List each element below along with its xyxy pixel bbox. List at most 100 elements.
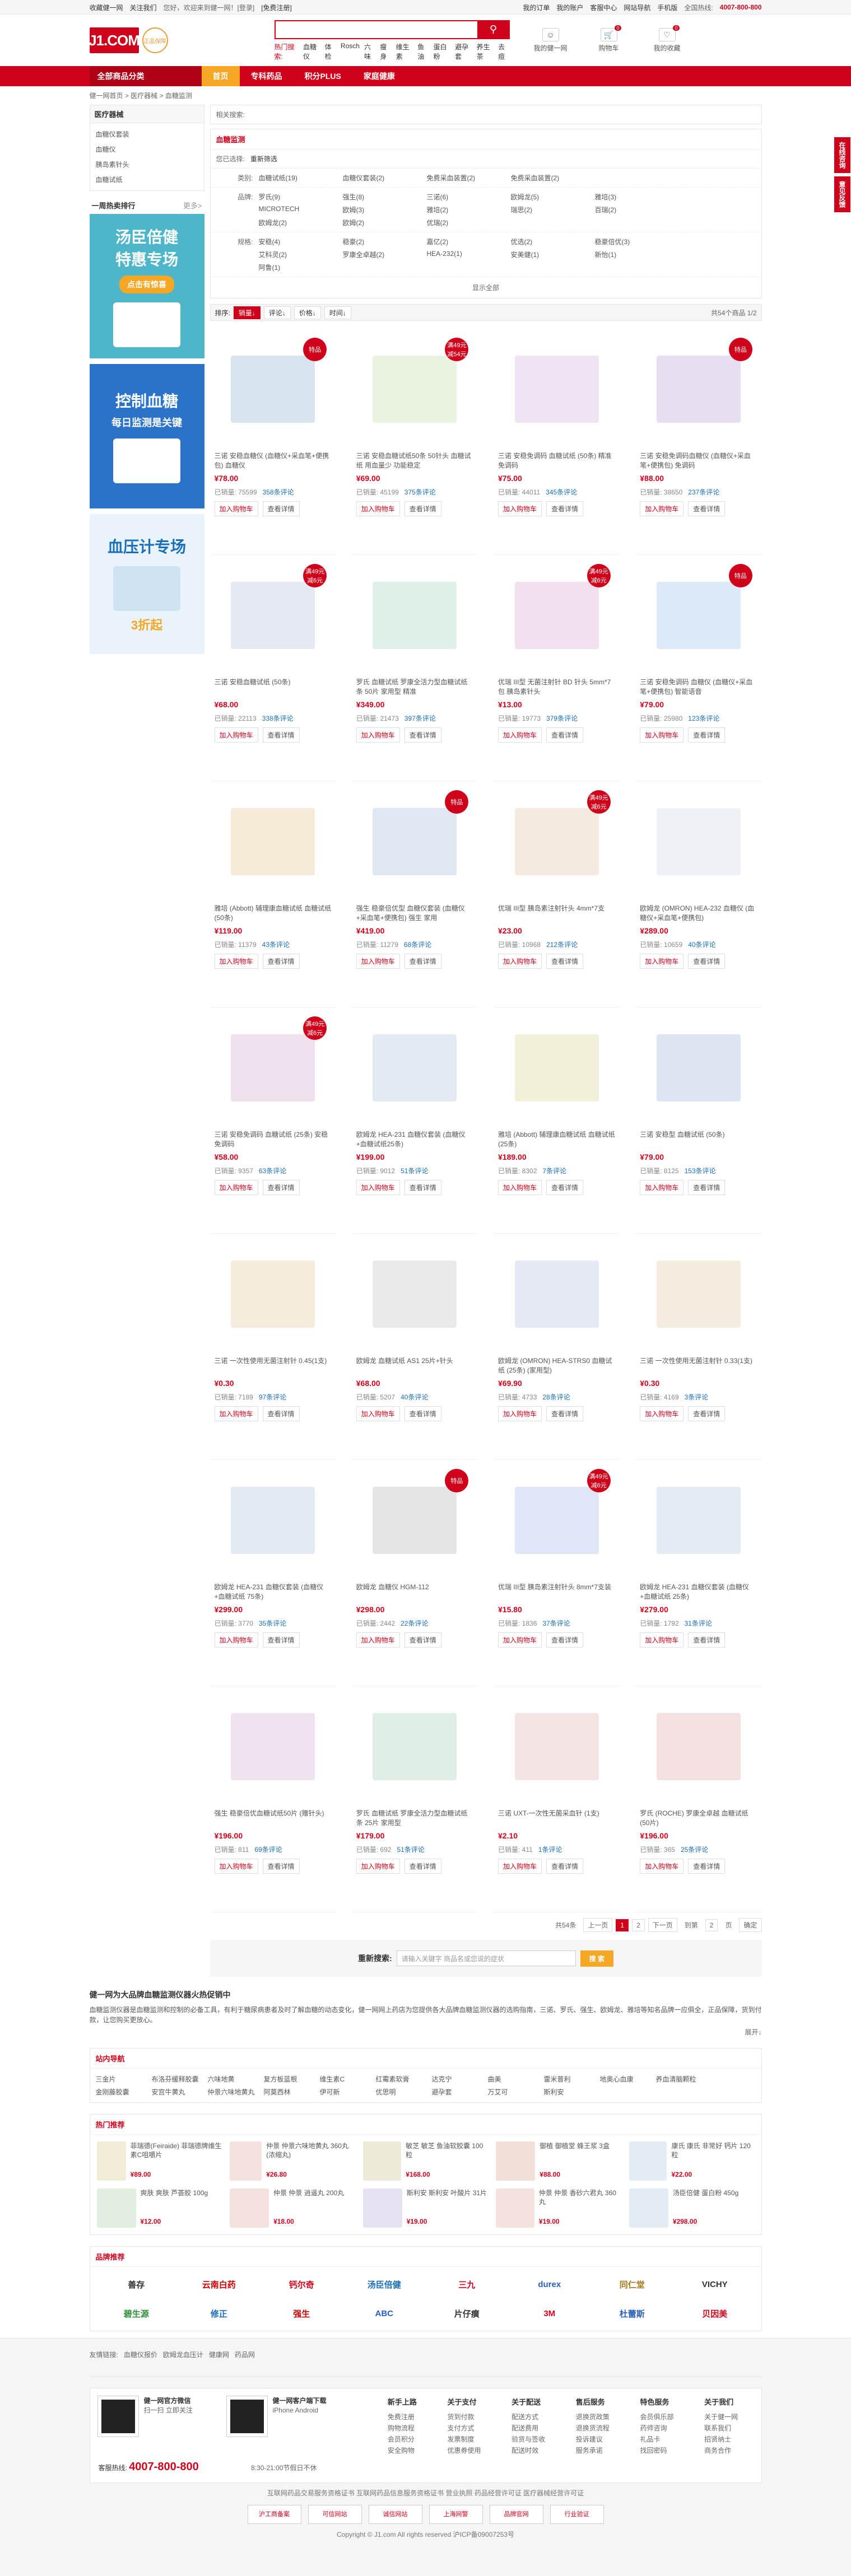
filter-option[interactable]: 百瑞(2) (595, 205, 679, 214)
filter-option[interactable]: 三诺(6) (427, 192, 511, 202)
hot-word[interactable]: 鱼油 (417, 42, 429, 61)
sort-by-sales[interactable]: 销量↓ (233, 306, 261, 319)
site-nav-link[interactable]: 金刚藤胶囊 (96, 2087, 152, 2097)
filter-option[interactable]: 新怡(1) (595, 250, 679, 259)
sidebar-category[interactable]: 胰岛素针头 (96, 157, 198, 172)
my-orders-link[interactable]: 我的订单 (523, 3, 550, 12)
view-detail-button[interactable]: 查看详情 (404, 1180, 441, 1195)
site-nav-link[interactable]: 雷米普利 (544, 2074, 600, 2084)
product-title[interactable]: 三诺 安稳免调码 血糖试纸 (50条) 精准 免调码 (498, 451, 615, 472)
review-count-link[interactable]: 40条评论 (401, 1392, 428, 1402)
product-card[interactable]: 罗氏 血糖试纸 罗康全活力型血糖试纸条 25片 家用型 ¥179.00 已销量: 6… (351, 1686, 478, 1912)
review-count-link[interactable]: 69条评论 (254, 1845, 282, 1854)
product-title[interactable]: 三诺 安稳型 血糖试纸 (50条) (640, 1130, 757, 1150)
my-account-link[interactable]: 我的账户 (556, 3, 583, 12)
promo-banner-blood-sugar[interactable]: 控制血糖 每日监测是关键 (89, 364, 204, 508)
brand-logo[interactable]: 碧生源 (98, 2304, 175, 2323)
review-count-link[interactable]: 63条评论 (259, 1166, 286, 1175)
site-nav-link[interactable]: 优思明 (376, 2087, 432, 2097)
footer-link[interactable]: 退换货流程 (576, 2423, 610, 2434)
filter-option[interactable]: 免费采血装置(2) (511, 173, 595, 183)
footer-link[interactable]: 商务合作 (704, 2445, 738, 2456)
online-consult-button[interactable]: 在线咨询 (834, 137, 850, 173)
footer-link[interactable]: 找回密码 (640, 2445, 673, 2456)
recommend-title[interactable]: 斯利安 斯利安 叶酸片 31片 (407, 2188, 487, 2215)
mobile-link[interactable]: 手机版 (657, 3, 677, 12)
footer-link[interactable]: 关于健一网 (704, 2411, 738, 2423)
filter-option[interactable]: 优瑞(2) (427, 218, 511, 227)
filter-option[interactable]: 瑞思(2) (511, 205, 595, 214)
recommend-title[interactable]: 爽肤 爽肤 芦荟胶 100g (141, 2188, 208, 2215)
review-count-link[interactable]: 51条评论 (397, 1845, 424, 1854)
product-title[interactable]: 雅培 (Abbott) 辅理康血糖试纸 血糖试纸 (25条) (498, 1130, 615, 1150)
product-image[interactable]: 满49元减6元 (501, 561, 613, 670)
add-to-cart-button[interactable]: 加入购物车 (214, 501, 258, 516)
sort-by-time[interactable]: 时间↓ (324, 306, 351, 319)
product-image[interactable]: 满49元减6元 (501, 787, 613, 896)
view-detail-button[interactable]: 查看详情 (688, 1632, 726, 1648)
product-image[interactable] (643, 1239, 755, 1348)
view-detail-button[interactable]: 查看详情 (546, 501, 584, 516)
review-count-link[interactable]: 345条评论 (546, 487, 577, 497)
app-desc[interactable]: iPhone Android (273, 2406, 318, 2414)
product-title[interactable]: 欧姆龙 血糖仪 HGM-112 (356, 1583, 473, 1603)
review-count-link[interactable]: 51条评论 (401, 1166, 428, 1175)
review-count-link[interactable]: 1条评论 (538, 1845, 562, 1854)
show-all-button[interactable]: 显示全部 (211, 277, 761, 298)
hot-word[interactable]: 避孕套 (455, 42, 472, 61)
product-image[interactable]: 满49元减6元 (501, 1466, 613, 1575)
product-image[interactable] (359, 1239, 471, 1348)
footer-link[interactable]: 发票制度 (447, 2434, 481, 2445)
brand-logo[interactable]: 杜蕾斯 (594, 2304, 671, 2323)
view-detail-button[interactable]: 查看详情 (404, 1406, 441, 1421)
page-input[interactable]: 2 (705, 1919, 718, 1931)
view-detail-button[interactable]: 查看详情 (404, 1859, 441, 1874)
all-categories[interactable]: 全部商品分类 (89, 66, 202, 86)
nav-points-plus[interactable]: 积分PLUS (294, 66, 352, 86)
sort-by-price[interactable]: 价格↓ (294, 306, 321, 319)
review-count-link[interactable]: 397条评论 (404, 713, 436, 723)
review-count-link[interactable]: 153条评论 (685, 1166, 716, 1175)
product-title[interactable]: 欧姆龙 HEA-231 血糖仪套装 (血糖仪+血糖试纸25条) (356, 1130, 473, 1150)
site-nav-link[interactable]: 斯利安 (544, 2087, 600, 2097)
view-detail-button[interactable]: 查看详情 (688, 954, 726, 969)
product-title[interactable]: 强生 稳豪倍优型 血糖仪套装 (血糖仪+采血笔+便携包) 强生 家用 (356, 904, 473, 924)
view-detail-button[interactable]: 查看详情 (688, 1180, 726, 1195)
review-count-link[interactable]: 22条评论 (401, 1618, 428, 1628)
promo-banner-blood-pressure[interactable]: 血压计专场 3折起 (89, 514, 204, 654)
filter-option[interactable]: 强生(8) (343, 192, 427, 202)
footer-link[interactable]: 服务承诺 (576, 2445, 610, 2456)
footer-link[interactable]: 联系我们 (704, 2423, 738, 2434)
footer-link[interactable]: 退换货政策 (576, 2411, 610, 2423)
footer-link[interactable]: 药师咨询 (640, 2423, 673, 2434)
product-image[interactable] (501, 334, 613, 444)
product-title[interactable]: 三诺 UXT-一次性无菌采血针 (1支) (498, 1809, 615, 1829)
product-image[interactable] (359, 1013, 471, 1122)
cart-button[interactable]: 🛒 0 购物车 (585, 25, 633, 53)
trust-badge[interactable]: 行业验证 (550, 2505, 604, 2524)
add-to-cart-button[interactable]: 加入购物车 (498, 1859, 542, 1874)
friend-link[interactable]: 血糖仪报价 (124, 2350, 157, 2359)
add-to-cart-button[interactable]: 加入购物车 (640, 1180, 684, 1195)
sidebar-category[interactable]: 血糖试纸 (96, 172, 198, 187)
product-image[interactable]: 特品 (643, 561, 755, 670)
goto-page-button[interactable]: 确定 (739, 1918, 762, 1932)
add-to-cart-button[interactable]: 加入购物车 (498, 1180, 542, 1195)
page-1-button[interactable]: 1 (616, 1919, 629, 1931)
hot-word[interactable]: 去痘 (498, 42, 509, 61)
product-title[interactable]: 三诺 安稳血糖试纸 (50条) (215, 678, 332, 698)
site-nav-link[interactable]: 养血清脑颗粒 (656, 2074, 712, 2084)
add-to-cart-button[interactable]: 加入购物车 (214, 1632, 258, 1648)
friend-link[interactable]: 药品网 (235, 2350, 255, 2359)
filter-option[interactable]: 罗康全卓越(2) (343, 250, 427, 259)
brand-logo[interactable]: 贝因美 (676, 2304, 754, 2323)
add-to-cart-button[interactable]: 加入购物车 (356, 1859, 400, 1874)
product-title[interactable]: 欧姆龙 (OMRON) HEA-STRS0 血糖试纸 (25条) (家用型) (498, 1356, 615, 1376)
product-image[interactable]: 满49元减6元 (217, 561, 329, 670)
filter-option[interactable]: 安稳(4) (259, 237, 343, 246)
hot-word[interactable]: 瘦身 (380, 42, 391, 61)
prev-page-button[interactable]: 上一页 (583, 1918, 613, 1932)
filter-option[interactable]: 雅培(3) (595, 192, 679, 202)
footer-link[interactable]: 配送方式 (511, 2411, 545, 2423)
site-nav-link[interactable]: 阿莫西林 (264, 2087, 320, 2097)
